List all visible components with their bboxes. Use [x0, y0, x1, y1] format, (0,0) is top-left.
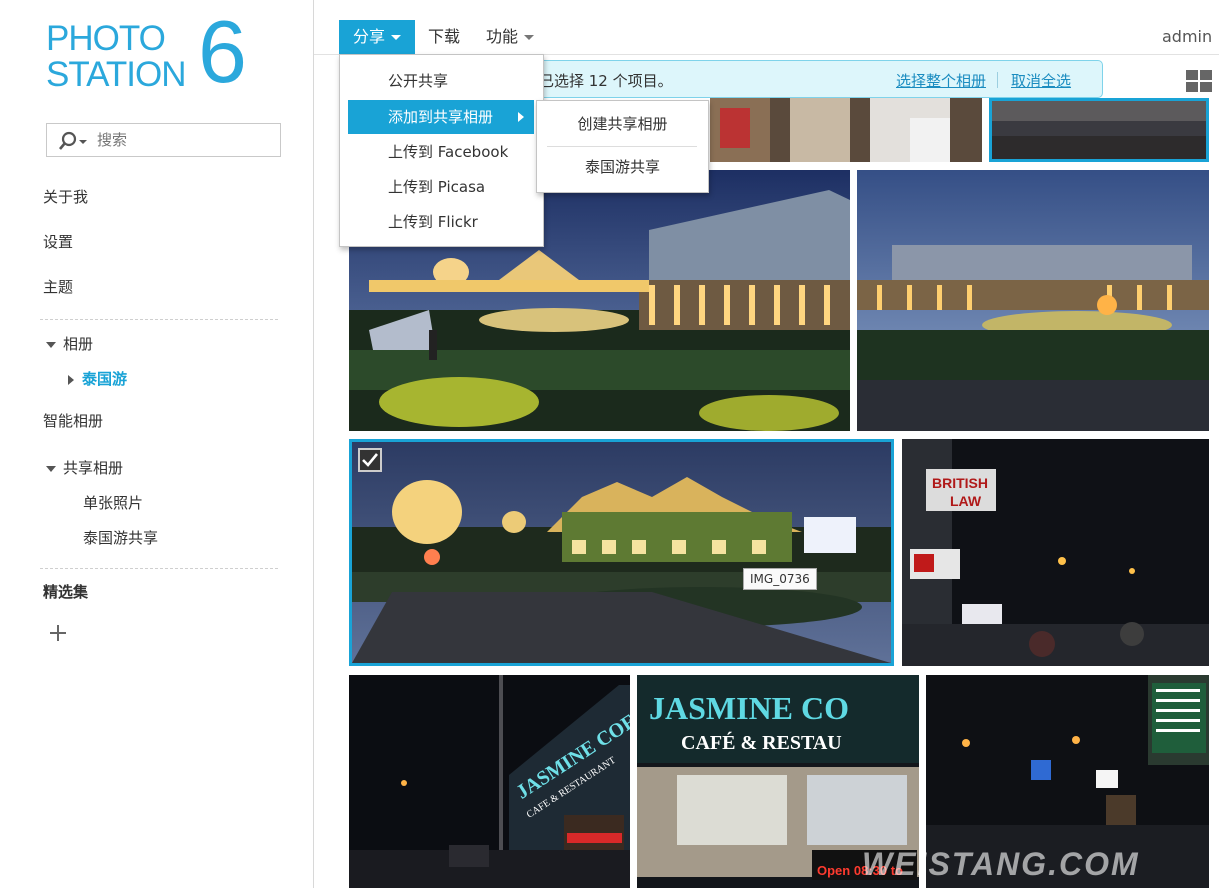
- selected-checkbox[interactable]: [358, 448, 382, 472]
- share-dropdown-menu: 公开共享 添加到共享相册 上传到 Facebook 上传到 Picasa 上传到…: [339, 54, 544, 247]
- menu-item-public-share[interactable]: 公开共享: [340, 64, 543, 98]
- shared-albums-label: 共享相册: [63, 459, 124, 477]
- sidebar-item-settings[interactable]: 设置: [43, 231, 73, 252]
- sign-text-cafe-restau: CAFÉ & RESTAU: [681, 731, 842, 754]
- sidebar-item-album-thailand[interactable]: 泰国游: [68, 368, 127, 389]
- grid-view-icon[interactable]: [1186, 70, 1212, 92]
- selection-bar: 已选择 12 个项目。 选择整个相册 取消全选: [528, 60, 1103, 98]
- sidebar-item-theme[interactable]: 主题: [43, 276, 73, 297]
- sidebar-item-about[interactable]: 关于我: [43, 186, 88, 207]
- submenu-item-thailand-shared[interactable]: 泰国游共享: [537, 148, 708, 186]
- menu-item-upload-picasa[interactable]: 上传到 Picasa: [340, 170, 543, 204]
- sidebar: PHOTO STATION 6 关于我 设置 主题 相册 泰国游 智能相册 共享…: [0, 0, 314, 888]
- checkmark-icon: [362, 453, 379, 467]
- search-input[interactable]: [97, 129, 267, 151]
- sidebar-item-shared-albums[interactable]: 共享相册: [46, 457, 123, 478]
- shared-album-submenu: 创建共享相册 泰国游共享: [536, 100, 709, 193]
- photo-thumbnail[interactable]: [857, 170, 1209, 431]
- logo-line-2: STATION: [46, 55, 186, 94]
- share-label: 分享: [353, 27, 386, 46]
- photo-image: [992, 101, 1206, 159]
- sidebar-item-single-photos[interactable]: 单张照片: [83, 492, 143, 513]
- sidebar-item-smart-albums[interactable]: 智能相册: [43, 410, 103, 431]
- submenu-item-create-shared-album[interactable]: 创建共享相册: [537, 105, 708, 143]
- photo-image: [857, 170, 1209, 431]
- sign-text-jasmine-co: JASMINE CO: [649, 690, 849, 726]
- photo-image: [710, 98, 982, 162]
- select-whole-album-link[interactable]: 选择整个相册: [896, 70, 986, 91]
- sign-text-law: LAW: [950, 493, 982, 509]
- user-menu[interactable]: admin: [1162, 20, 1212, 54]
- selection-count-text: 已选择 12 个项目。: [539, 72, 673, 90]
- menu-item-upload-facebook[interactable]: 上传到 Facebook: [340, 135, 543, 169]
- expand-down-icon[interactable]: [46, 341, 56, 348]
- deselect-all-link[interactable]: 取消全选: [1011, 70, 1071, 91]
- functions-label: 功能: [486, 27, 519, 46]
- photo-image: [352, 442, 891, 663]
- add-icon[interactable]: [49, 624, 67, 642]
- photo-thumbnail[interactable]: [710, 98, 982, 162]
- sidebar-item-albums[interactable]: 相册: [46, 333, 93, 354]
- logo-line-1: PHOTO: [46, 19, 166, 58]
- photo-image: BRITISH LAW: [902, 439, 1209, 666]
- sidebar-divider: [40, 319, 278, 320]
- search-icon[interactable]: [55, 130, 91, 152]
- sidebar-item-favorites[interactable]: 精选集: [43, 581, 88, 602]
- expand-right-icon[interactable]: [68, 374, 74, 385]
- photo-filename-tooltip: IMG_0736: [743, 568, 817, 590]
- add-to-shared-album-label: 添加到共享相册: [388, 108, 494, 126]
- menu-item-add-to-shared-album[interactable]: 添加到共享相册: [348, 100, 534, 134]
- watermark-text: WEISTANG.COM: [862, 846, 1140, 882]
- user-name: admin: [1162, 27, 1213, 46]
- sign-text-british: BRITISH: [932, 475, 988, 491]
- photo-station-page: PHOTO STATION 6 关于我 设置 主题 相册 泰国游 智能相册 共享…: [0, 0, 1219, 888]
- chevron-down-icon: [524, 35, 535, 40]
- photo-image: JASMINE COFFEE CAFE & RESTAURANT: [349, 675, 630, 888]
- download-button[interactable]: 下载: [416, 20, 472, 54]
- sidebar-item-thailand-shared[interactable]: 泰国游共享: [83, 527, 158, 548]
- submenu-divider: [547, 146, 697, 147]
- menu-item-upload-flickr[interactable]: 上传到 Flickr: [340, 205, 543, 239]
- share-menu-button[interactable]: 分享: [339, 20, 416, 54]
- top-toolbar: 分享 下载 功能 admin: [314, 0, 1219, 55]
- expand-down-icon[interactable]: [46, 465, 56, 472]
- chevron-down-icon: [391, 35, 402, 40]
- photo-thumbnail-selected[interactable]: [989, 98, 1209, 162]
- submenu-arrow-icon: [518, 112, 524, 122]
- photo-thumbnail[interactable]: BRITISH LAW: [902, 439, 1209, 666]
- photo-thumbnail[interactable]: JASMINE COFFEE CAFE & RESTAURANT: [349, 675, 630, 888]
- photo-thumbnail-selected[interactable]: [349, 439, 894, 666]
- sidebar-albums-label: 相册: [63, 335, 94, 353]
- link-divider: [997, 72, 998, 88]
- sidebar-divider: [40, 568, 278, 569]
- search-box[interactable]: [46, 123, 281, 157]
- functions-menu-button[interactable]: 功能: [474, 20, 546, 54]
- logo-version: 6: [198, 2, 247, 101]
- photo-station-logo[interactable]: PHOTO STATION 6: [44, 8, 264, 106]
- album-thailand-label: 泰国游: [82, 370, 128, 388]
